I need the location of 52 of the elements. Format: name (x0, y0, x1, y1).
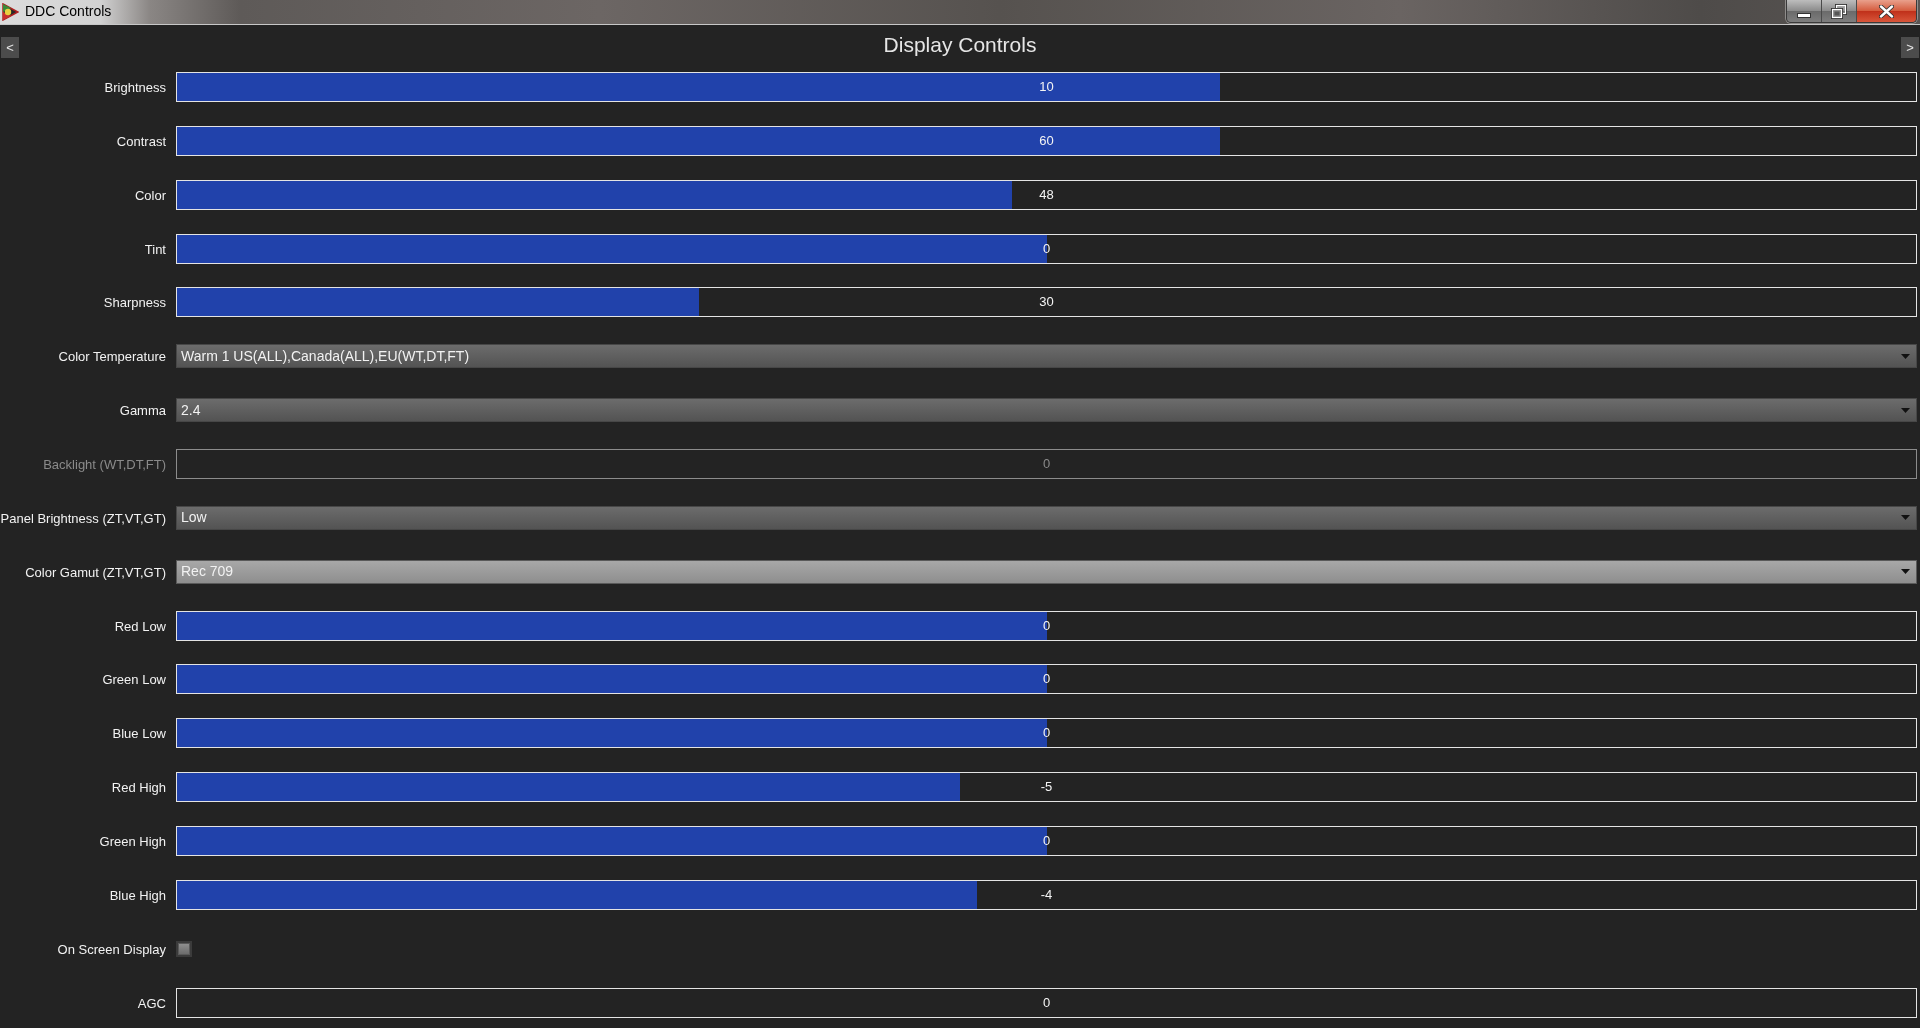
caret-icon (1901, 353, 1910, 359)
slider-value: 30 (1039, 294, 1054, 311)
control-label: Sharpness (103, 295, 166, 311)
control-label: Gamma (119, 403, 166, 419)
slider-track[interactable]: -4 (176, 879, 1917, 910)
caret-icon (1901, 407, 1910, 413)
control-label: Blue Low (112, 726, 166, 742)
slider-value: 0 (1042, 456, 1051, 472)
control-label: Tint (144, 241, 166, 257)
restore-button[interactable] (1822, 0, 1857, 22)
minimize-icon (1797, 12, 1811, 18)
slider-value: 48 (1039, 186, 1054, 203)
control-label: Backlight (WT,DT,FT) (43, 457, 166, 472)
slider-track[interactable]: 30 (176, 287, 1917, 318)
control-label: Brightness (104, 80, 166, 95)
slider-value: -5 (1040, 779, 1053, 796)
slider-track[interactable]: 0 (176, 987, 1917, 1018)
dropdown[interactable]: 2.4 (176, 398, 1917, 423)
control-label: Blue High (109, 887, 166, 903)
slider-value: -4 (1040, 886, 1053, 903)
control-label: On Screen Display (57, 941, 166, 957)
control-label: Red Low (114, 618, 166, 634)
caret-icon (1901, 569, 1910, 575)
close-icon (1879, 4, 1894, 18)
slider-track[interactable]: -5 (176, 772, 1917, 803)
dropdown[interactable]: Warm 1 US(ALL),Canada(ALL),EU(WT,DT,FT) (176, 344, 1917, 369)
control-label: AGC (137, 995, 166, 1011)
restore-icon (1831, 3, 1847, 19)
close-button[interactable] (1857, 0, 1916, 22)
page-title: Display Controls (883, 32, 1037, 57)
control-label: Green High (99, 834, 166, 850)
control-label: Color (134, 187, 166, 203)
checkbox[interactable] (176, 940, 192, 957)
slider-track[interactable]: 48 (176, 179, 1917, 210)
slider-value: 10 (1039, 79, 1054, 95)
minimize-button[interactable] (1787, 0, 1822, 22)
dropdown[interactable]: Low (176, 505, 1917, 530)
slider-value: 0 (1042, 994, 1051, 1011)
slider-value: 60 (1039, 132, 1054, 149)
next-button[interactable]: > (1901, 37, 1919, 58)
slider-track[interactable]: 60 (176, 125, 1917, 156)
triangle-logo-icon (2, 3, 19, 21)
control-label: Color Temperature (58, 349, 166, 365)
previous-button[interactable]: < (1, 37, 19, 58)
control-label: Color Gamut (ZT,VT,GT) (25, 564, 166, 580)
caret-icon (1901, 515, 1910, 521)
window-title: DDC Controls (25, 2, 112, 21)
control-label: Panel Brightness (ZT,VT,GT) (0, 510, 166, 526)
control-label: Contrast (116, 133, 166, 149)
slider-track[interactable]: 10 (176, 72, 1917, 102)
control-label: Red High (111, 780, 166, 796)
control-label: Green Low (102, 672, 166, 688)
